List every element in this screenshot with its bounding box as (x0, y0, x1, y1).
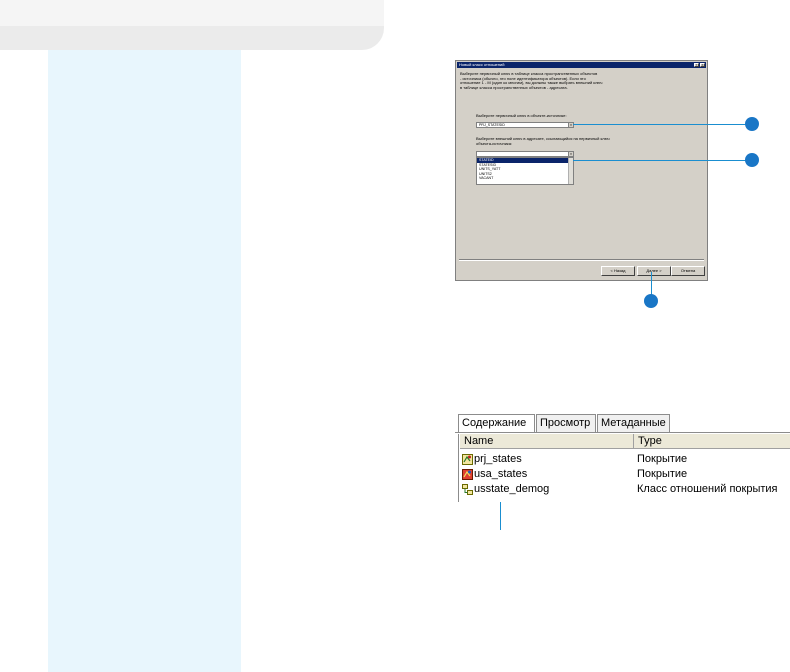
back-button[interactable]: < Назад (601, 266, 635, 276)
close-button[interactable]: ✕ (700, 63, 705, 67)
row-name: prj_states (474, 453, 522, 465)
side-margin-panel (48, 50, 241, 672)
table-row[interactable]: prj_states Покрытие (459, 452, 790, 467)
contents-list: Name Type prj_states Покрытие usa_states… (458, 434, 790, 502)
column-header-type[interactable]: Type (634, 434, 790, 449)
coverage-icon (462, 469, 473, 480)
tab-contents[interactable]: Содержание (458, 414, 535, 432)
primary-key-value: PRJ_STATESID (479, 123, 505, 127)
listbox-scrollbar[interactable] (568, 158, 573, 184)
next-button[interactable]: Далее > (637, 266, 671, 276)
button-row-divider (459, 259, 704, 261)
list-item[interactable]: VACANT (477, 176, 573, 181)
cancel-button[interactable]: Отмена (671, 266, 705, 276)
callout-line-1 (573, 124, 753, 125)
dialog-instructions: Выберите первичный ключ в таблице класса… (460, 71, 603, 90)
row-name: usstate_demog (474, 483, 550, 495)
catalog-contents-panel: Содержание Просмотр Метаданные Name Type… (455, 412, 790, 502)
relationship-class-icon (462, 484, 473, 495)
foreign-key-label: Выберите внешний ключ в адресате, ссылаю… (476, 136, 610, 146)
tab-metadata[interactable]: Метаданные (597, 414, 670, 432)
top-header-strip (0, 0, 384, 26)
tab-preview[interactable]: Просмотр (536, 414, 596, 432)
primary-key-label: Выберите первичный ключ в объекте-источн… (476, 113, 567, 118)
help-button[interactable]: ? (694, 63, 699, 67)
row-type: Класс отношений покрытия (637, 483, 778, 495)
row-type: Покрытие (637, 453, 688, 465)
row-type: Покрытие (637, 468, 688, 480)
primary-key-dropdown[interactable]: PRJ_STATESID ▾ (476, 122, 574, 128)
chevron-down-icon[interactable]: ▾ (568, 152, 573, 156)
coverage-icon (462, 454, 473, 465)
table-row[interactable]: usa_states Покрытие (459, 467, 790, 482)
dialog-titlebar: Новый класс отношений ? ✕ (457, 62, 706, 68)
new-relationship-class-dialog: Новый класс отношений ? ✕ Выберите перви… (455, 60, 708, 281)
column-header-name[interactable]: Name (460, 434, 634, 449)
dialog-title: Новый класс отношений (459, 62, 505, 67)
foreign-key-listbox[interactable]: STATEID STATESID UNITS_YATT UNITS2 VACAN… (476, 157, 574, 185)
tab-baseline (455, 432, 790, 433)
row-name: usa_states (474, 468, 528, 480)
callout-line-2 (573, 160, 753, 161)
callout-marker-2 (745, 153, 759, 167)
table-row[interactable]: usstate_demog Класс отношений покрытия (459, 482, 790, 497)
callout-marker-3 (644, 294, 658, 308)
callout-marker-1 (745, 117, 759, 131)
top-header-tab (0, 0, 384, 50)
